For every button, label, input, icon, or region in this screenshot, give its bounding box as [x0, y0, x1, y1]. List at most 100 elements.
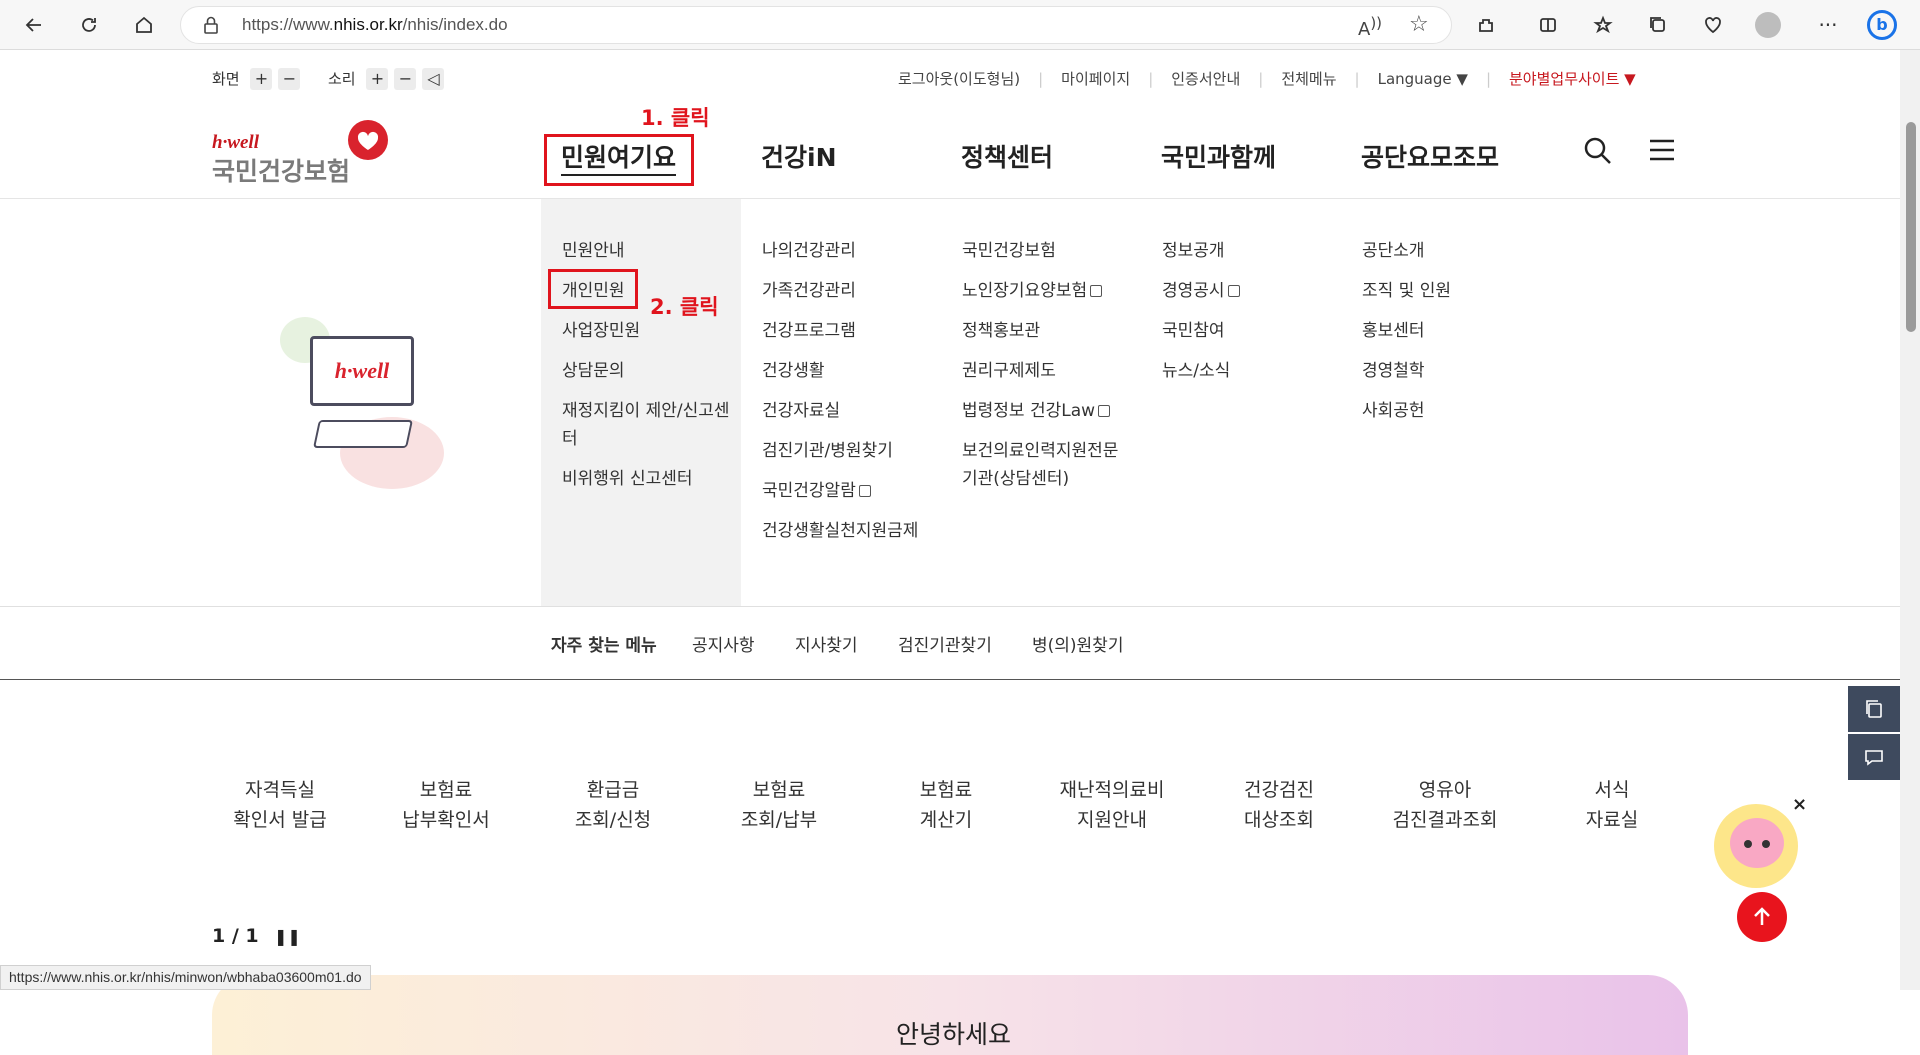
split-screen-icon[interactable] [1532, 9, 1564, 41]
favorite-star-icon[interactable]: ☆ [1409, 12, 1429, 37]
frequent-link-notice[interactable]: 공지사항 [692, 631, 755, 656]
url-text[interactable]: https://www.nhis.or.kr/nhis/index.do [242, 15, 508, 35]
quick-menu-item[interactable]: 재난적의료비 지원안내 [1032, 775, 1192, 835]
volume-up-button[interactable]: + [366, 68, 389, 90]
mascot-close-icon[interactable]: × [1792, 794, 1807, 815]
zoom-in-button[interactable]: + [250, 68, 273, 90]
menu-item-consult[interactable]: 상담문의 [562, 357, 732, 385]
external-link-icon [1098, 405, 1111, 417]
lock-icon[interactable] [203, 16, 219, 38]
menu-item-minwon-guide[interactable]: 민원안내 [562, 237, 732, 265]
all-menu-link[interactable]: 전체메뉴 [1281, 70, 1336, 88]
speaker-icon[interactable]: ◁ [422, 68, 445, 90]
quick-menu-item[interactable]: 서식 자료실 [1532, 775, 1692, 835]
menu-item-participation[interactable]: 국민참여 [1162, 317, 1322, 345]
scrollbar-thumb[interactable] [1906, 122, 1916, 332]
favorites-icon[interactable] [1587, 9, 1619, 41]
quick-menu-line1: 서식 [1594, 779, 1630, 801]
quick-menu-item[interactable]: 환급금 조회/신청 [533, 775, 693, 835]
frequent-menu-title: 자주 찾는 메뉴 [551, 636, 657, 656]
read-aloud-icon[interactable]: A)) [1358, 14, 1382, 40]
menu-item-health-program[interactable]: 건강프로그램 [762, 317, 922, 345]
quick-menu-item[interactable]: 건강검진 대상조회 [1199, 775, 1359, 835]
profile-avatar-icon[interactable] [1752, 9, 1784, 41]
gnb-with-people[interactable]: 국민과함께 [1161, 138, 1276, 174]
more-options-icon[interactable]: ··· [1812, 9, 1844, 41]
business-sites-select[interactable]: 분야별업무사이트 ▼ [1509, 70, 1636, 88]
menu-item-pr-center[interactable]: 홍보센터 [1362, 317, 1522, 345]
menu-item-my-health[interactable]: 나의건강관리 [762, 237, 922, 265]
quick-menu-line1: 재난적의료비 [1059, 779, 1165, 801]
sound-label: 소리 [328, 70, 356, 88]
menu-item-medical-workforce[interactable]: 보건의료인력지원전문기관(상담센터) [962, 437, 1122, 493]
quick-menu-item[interactable]: 보험료 납부확인서 [366, 775, 526, 835]
menu-item-family-health[interactable]: 가족건강관리 [762, 277, 922, 305]
menu-item-info-disclosure[interactable]: 정보공개 [1162, 237, 1322, 265]
quick-menu-item[interactable]: 보험료 조회/납부 [699, 775, 859, 835]
menu-item-philosophy[interactable]: 경영철학 [1362, 357, 1522, 385]
keyboard-icon [313, 420, 413, 448]
top-links: 로그아웃(이도형님) | 마이페이지 | 인증서안내 | 전체메뉴 | Language ▼ | 분… [898, 70, 1636, 88]
quick-menu-line2: 검진결과조회 [1392, 809, 1498, 831]
menu-item-health-library[interactable]: 건강자료실 [762, 397, 922, 425]
page-scrollbar[interactable] [1900, 50, 1920, 990]
screen-zoom-control: 화면 + − [212, 68, 301, 90]
zoom-out-button[interactable]: − [278, 68, 301, 90]
certificate-guide-link[interactable]: 인증서안내 [1171, 70, 1240, 88]
menu-item-finance-report[interactable]: 재정지킴이 제안/신고센터 [562, 397, 732, 453]
chatbot-mascot[interactable] [1714, 804, 1798, 888]
refresh-icon[interactable] [73, 9, 105, 41]
frequent-link-find-branch[interactable]: 지사찾기 [795, 631, 858, 656]
pause-icon[interactable]: ❚❚ [274, 927, 301, 946]
address-bar[interactable]: https://www.nhis.or.kr/nhis/index.do A))… [180, 6, 1452, 44]
menu-item-business-minwon[interactable]: 사업장민원 [562, 317, 732, 345]
menu-item-ltc-insurance[interactable]: 노인장기요양보험 [962, 277, 1122, 305]
logo-subtitle[interactable]: h·well [212, 132, 259, 154]
quick-menu-item[interactable]: 영유아 검진결과조회 [1365, 775, 1525, 835]
menu-item-policy-pr[interactable]: 정책홍보관 [962, 317, 1122, 345]
gnb-policy-center[interactable]: 정책센터 [961, 138, 1053, 174]
menu-item-about-nhis[interactable]: 공단소개 [1362, 237, 1522, 265]
menu-item-national-insurance[interactable]: 국민건강보험 [962, 237, 1122, 265]
side-chat-icon[interactable] [1848, 734, 1900, 780]
menu-item-find-hospital[interactable]: 검진기관/병원찾기 [762, 437, 922, 465]
menu-item-organization[interactable]: 조직 및 인원 [1362, 277, 1522, 305]
url-domain: nhis.or.kr [333, 15, 403, 34]
menu-item-misconduct-report[interactable]: 비위행위 신고센터 [562, 465, 732, 493]
browser-toolbar: https://www.nhis.or.kr/nhis/index.do A))… [0, 0, 1920, 50]
external-link-icon [1090, 285, 1103, 297]
quick-menu-line1: 자격득실 [245, 779, 315, 801]
menu-item-health-life[interactable]: 건강생활 [762, 357, 922, 385]
search-icon[interactable] [1583, 136, 1613, 170]
side-copy-icon[interactable] [1848, 686, 1900, 732]
quick-menu-line1: 보험료 [419, 779, 473, 801]
logout-link[interactable]: 로그아웃(이도형님) [898, 70, 1020, 88]
hamburger-menu-icon[interactable] [1649, 138, 1675, 166]
back-icon[interactable] [18, 9, 50, 41]
home-icon[interactable] [128, 9, 160, 41]
menu-item-health-alarm[interactable]: 국민건강알람 [762, 477, 922, 505]
menu-item-rights-relief[interactable]: 권리구제제도 [962, 357, 1122, 385]
volume-down-button[interactable]: − [394, 68, 417, 90]
quick-menu-item[interactable]: 자격득실 확인서 발급 [200, 775, 360, 835]
quick-menu-item[interactable]: 보험료 계산기 [866, 775, 1026, 835]
extensions-icon[interactable] [1470, 9, 1502, 41]
gnb-about-nhis[interactable]: 공단요모조모 [1361, 138, 1499, 174]
frequent-link-find-checkup[interactable]: 검진기관찾기 [898, 631, 992, 656]
language-select[interactable]: Language ▼ [1378, 70, 1468, 88]
copilot-icon[interactable]: b [1866, 9, 1898, 41]
frequent-link-find-hospital[interactable]: 병(의)원찾기 [1032, 631, 1123, 656]
menu-item-health-law[interactable]: 법령정보 건강Law [962, 397, 1122, 425]
scroll-top-button[interactable] [1737, 892, 1787, 942]
menu-item-health-incentive[interactable]: 건강생활실천지원금제 [762, 517, 922, 545]
mypage-link[interactable]: 마이페이지 [1061, 70, 1130, 88]
monitor-screen: h·well [310, 336, 414, 406]
gnb-health-in[interactable]: 건강iN [761, 138, 837, 174]
health-icon[interactable] [1697, 9, 1729, 41]
menu-item-mgmt-disclosure-label: 경영공시 [1162, 281, 1225, 301]
logo-title[interactable]: 국민건강보험 [212, 152, 350, 188]
menu-item-social-contribution[interactable]: 사회공헌 [1362, 397, 1522, 425]
menu-item-mgmt-disclosure[interactable]: 경영공시 [1162, 277, 1322, 305]
collections-icon[interactable] [1642, 9, 1674, 41]
menu-item-news[interactable]: 뉴스/소식 [1162, 357, 1322, 385]
